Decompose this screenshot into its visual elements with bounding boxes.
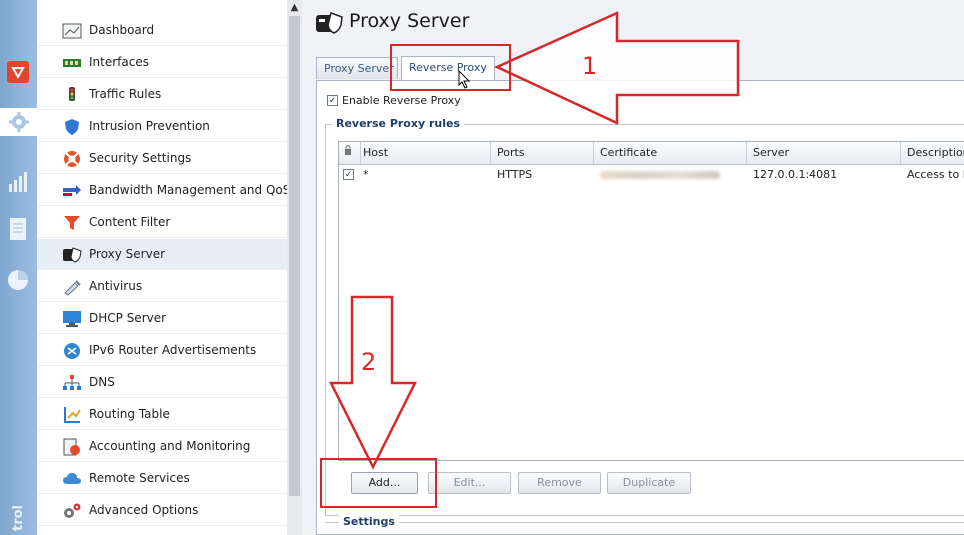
sidebar-scrollbar[interactable]: ▲ [287, 0, 302, 535]
sidebar-nav: Dashboard Interfaces Traffic Rules Intru… [37, 0, 288, 535]
accounting-icon [63, 438, 80, 456]
cell-ports: HTTPS [497, 168, 533, 181]
cell-host: * [363, 168, 369, 181]
monitor-icon [63, 311, 81, 327]
funnel-icon [64, 216, 80, 230]
sidebar-item-label: IPv6 Router Advertisements [89, 343, 257, 357]
column-header-server[interactable]: Server [747, 142, 901, 164]
settings-divider [325, 522, 964, 523]
sidebar-item-label: Routing Table [89, 407, 170, 421]
blurred-certificate [600, 171, 720, 179]
row-enabled-checkbox[interactable]: ✓ [343, 169, 354, 180]
sidebar-item-dashboard[interactable]: Dashboard [37, 15, 287, 46]
rail-vertical-label: trol [11, 504, 26, 531]
proxy-server-icon [316, 12, 343, 34]
cell-certificate [594, 165, 747, 185]
scroll-up-icon[interactable]: ▲ [287, 0, 302, 16]
sidebar-item-label: Antivirus [89, 279, 143, 293]
step1-number: 1 [582, 52, 598, 80]
sidebar-item-label: DHCP Server [89, 311, 167, 325]
sidebar-item-traffic-rules[interactable]: Traffic Rules [37, 79, 287, 110]
sidebar-item-label: Remote Services [89, 471, 190, 485]
sidebar-item-antivirus[interactable]: Antivirus [37, 271, 287, 302]
sidebar-item-accounting-monitoring[interactable]: Accounting and Monitoring [37, 431, 287, 462]
sidebar-item-label: Security Settings [89, 151, 192, 165]
dashboard-icon [62, 23, 82, 39]
sidebar-item-label: Content Filter [89, 215, 171, 229]
remove-button[interactable]: Remove [518, 472, 601, 494]
column-header-ports[interactable]: Ports [491, 142, 594, 164]
gears-icon [64, 503, 81, 518]
document-icon[interactable] [4, 215, 32, 243]
sidebar-item-label: Traffic Rules [89, 87, 162, 101]
syringe-icon [64, 280, 81, 296]
bar-chart-icon[interactable] [4, 168, 32, 196]
sidebar-item-dns[interactable]: DNS [37, 367, 287, 398]
left-rail: trol [0, 0, 38, 535]
column-header-host[interactable]: Host [357, 142, 491, 164]
enable-reverse-proxy-label: Enable Reverse Proxy [342, 94, 461, 107]
cloud-icon [63, 473, 81, 484]
enable-reverse-proxy-row[interactable]: ✓ Enable Reverse Proxy [327, 94, 461, 107]
proxy-server-icon [63, 247, 82, 263]
lock-icon [345, 145, 351, 155]
gear-icon[interactable] [0, 108, 37, 136]
table-header: Host Ports Certificate Server Descriptio… [339, 142, 964, 165]
sidebar-item-label: Proxy Server [89, 247, 166, 261]
step2-number: 2 [361, 348, 377, 376]
network-card-icon [63, 59, 81, 67]
sidebar-item-label: Bandwidth Management and QoS [89, 183, 288, 197]
page-title: Proxy Server [349, 10, 470, 32]
sidebar-item-bandwidth[interactable]: Bandwidth Management and QoS [37, 175, 287, 206]
dns-tree-icon [63, 375, 81, 390]
duplicate-button[interactable]: Duplicate [607, 472, 691, 494]
edit-button[interactable]: Edit... [428, 472, 511, 494]
scroll-thumb[interactable] [289, 16, 300, 496]
sidebar-item-label: Accounting and Monitoring [89, 439, 251, 453]
cell-description: Access to K [907, 168, 964, 181]
sidebar-item-advanced-options[interactable]: Advanced Options [37, 495, 287, 526]
shield-icon [65, 119, 79, 135]
column-header-description[interactable]: Description [901, 142, 964, 164]
sidebar-item-remote-services[interactable]: Remote Services [37, 463, 287, 494]
shield-icon[interactable] [4, 58, 32, 86]
enable-reverse-proxy-checkbox[interactable]: ✓ [327, 95, 338, 106]
sidebar-item-dhcp-server[interactable]: DHCP Server [37, 303, 287, 334]
traffic-light-icon [69, 87, 75, 101]
sidebar-item-label: Advanced Options [89, 503, 199, 517]
highlight-box-add-button [320, 458, 437, 508]
lifebuoy-icon [64, 151, 80, 167]
ipv6-icon [64, 343, 80, 359]
bandwidth-arrows-icon [63, 185, 81, 196]
sidebar-item-label: Dashboard [89, 23, 155, 37]
sidebar-item-proxy-server[interactable]: Proxy Server [37, 239, 287, 270]
sidebar-item-partial [37, 527, 287, 535]
sidebar-item-content-filter[interactable]: Content Filter [37, 207, 287, 238]
sidebar-item-ipv6-router-advertisements[interactable]: IPv6 Router Advertisements [37, 335, 287, 366]
tab-proxy-server[interactable]: Proxy Server [316, 57, 398, 79]
sidebar-item-routing-table[interactable]: Routing Table [37, 399, 287, 430]
column-header-certificate[interactable]: Certificate [594, 142, 747, 164]
settings-group-title: Settings [339, 515, 399, 528]
sidebar-item-label: DNS [89, 375, 115, 389]
group-title: Reverse Proxy rules [332, 117, 464, 130]
routing-icon [64, 407, 81, 423]
table-row[interactable]: ✓ * HTTPS 127.0.0.1:4081 Access to K [339, 165, 964, 185]
cell-server: 127.0.0.1:4081 [753, 168, 838, 181]
sidebar-item-label: Interfaces [89, 55, 149, 69]
sidebar-item-label: Intrusion Prevention [89, 119, 210, 133]
highlight-box-reverse-proxy-tab [390, 44, 511, 91]
sidebar-item-security-settings[interactable]: Security Settings [37, 143, 287, 174]
rules-table: Host Ports Certificate Server Descriptio… [338, 141, 964, 461]
pie-chart-icon[interactable] [4, 266, 32, 294]
sidebar-item-interfaces[interactable]: Interfaces [37, 47, 287, 78]
sidebar-item-intrusion-prevention[interactable]: Intrusion Prevention [37, 111, 287, 142]
